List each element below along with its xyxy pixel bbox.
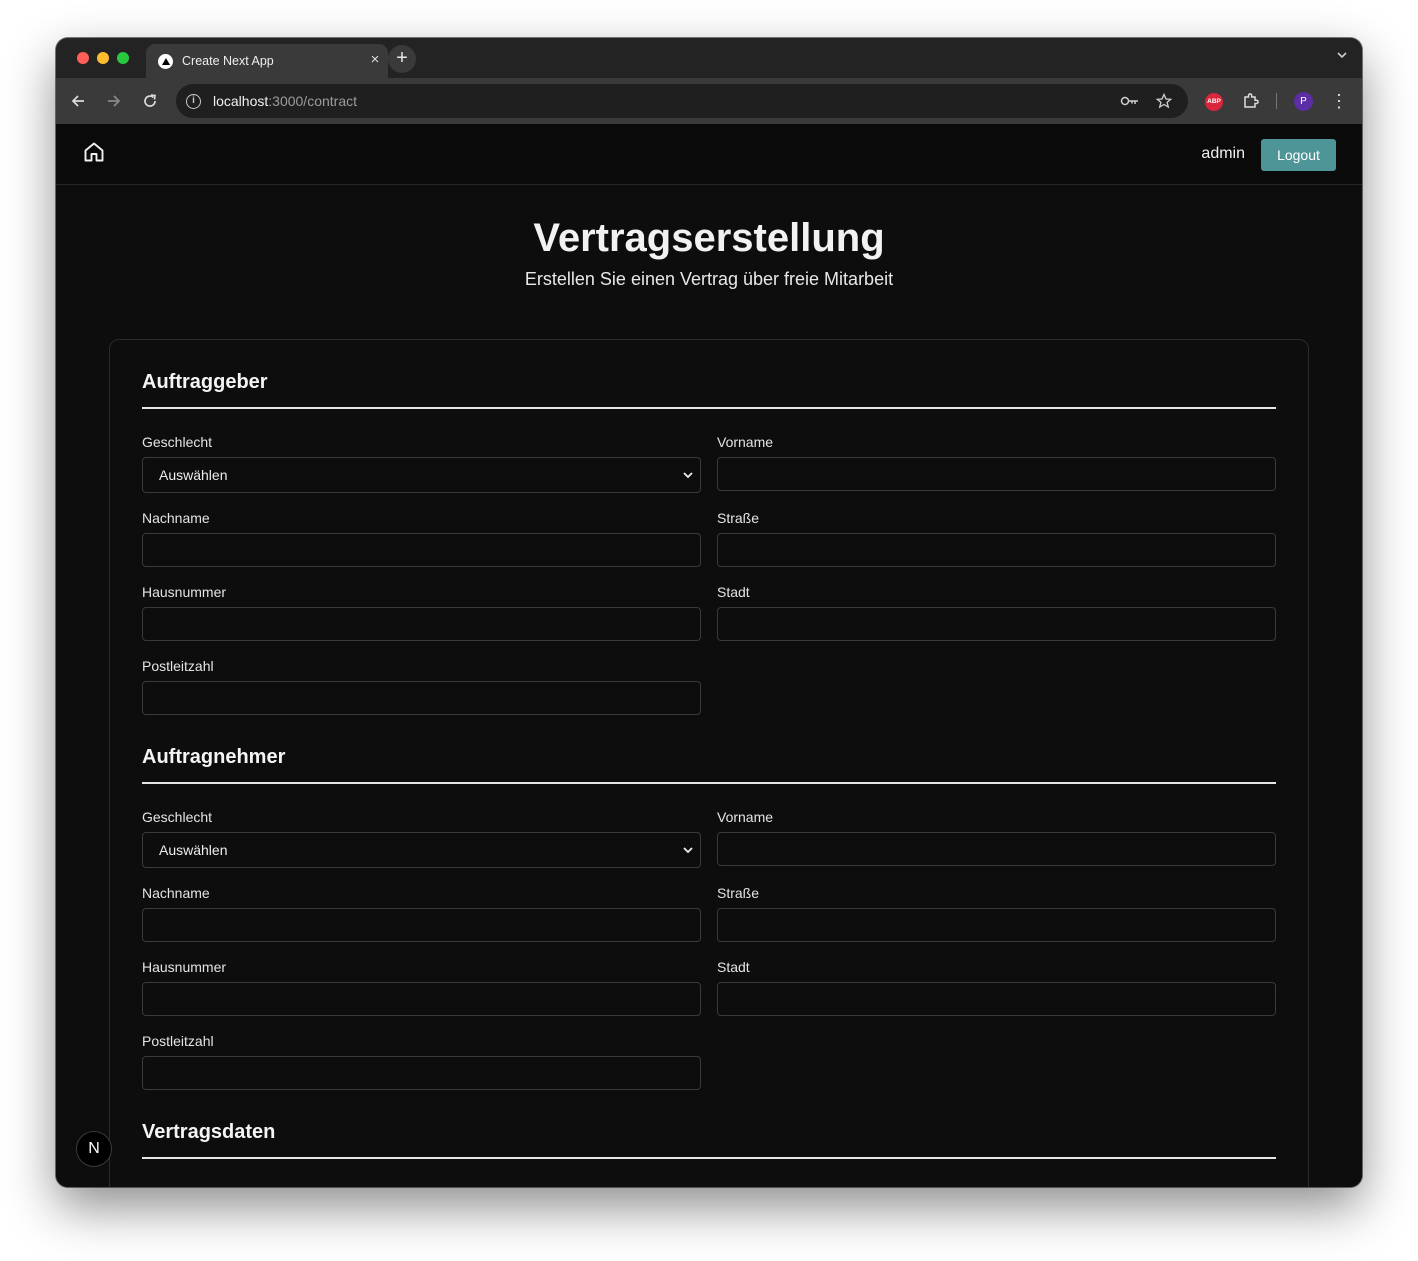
home-icon[interactable]: [82, 140, 106, 164]
password-key-icon[interactable]: [1120, 91, 1140, 111]
new-tab-button[interactable]: +: [388, 45, 416, 73]
close-window-button[interactable]: [77, 52, 89, 64]
site-info-icon[interactable]: i: [186, 94, 201, 109]
app-navbar: admin Logout: [56, 124, 1362, 185]
contractor-lastname-input[interactable]: [142, 908, 701, 942]
profile-avatar[interactable]: P: [1294, 92, 1313, 111]
maximize-window-button[interactable]: [117, 52, 129, 64]
client-housenumber-input[interactable]: [142, 607, 701, 641]
browser-tab[interactable]: Create Next App ×: [146, 44, 388, 78]
back-icon[interactable]: [66, 89, 90, 113]
page-subtitle: Erstellen Sie einen Vertrag über freie M…: [524, 269, 894, 289]
forward-icon[interactable]: [102, 89, 126, 113]
tab-title: Create Next App: [182, 54, 274, 68]
nextjs-favicon-icon: [158, 54, 173, 69]
browser-toolbar: i localhost:3000/contract: [56, 78, 1362, 124]
client-zip-label: Postleitzahl: [142, 658, 214, 674]
chevron-down-icon: [683, 847, 693, 854]
client-street-label: Straße: [717, 510, 760, 526]
nextjs-dev-indicator[interactable]: N: [76, 1131, 112, 1167]
client-section-title: Auftraggeber: [142, 371, 268, 393]
bookmark-star-icon[interactable]: [1154, 91, 1174, 111]
client-gender-label: Geschlecht: [142, 434, 213, 450]
contract-section-divider: [142, 1157, 1276, 1159]
url-text: localhost:3000/contract: [213, 93, 357, 109]
contractor-city-label: Stadt: [717, 959, 750, 975]
contractor-section-title: Auftragnehmer: [142, 746, 286, 768]
tab-search-icon[interactable]: [1334, 49, 1350, 65]
client-firstname-input[interactable]: [717, 457, 1276, 491]
tab-close-icon[interactable]: ×: [366, 51, 384, 69]
current-user-name: admin: [1201, 145, 1245, 162]
contractor-section-divider: [142, 782, 1276, 784]
minimize-window-button[interactable]: [97, 52, 109, 64]
contractor-city-input[interactable]: [717, 982, 1276, 1016]
contractor-lastname-label: Nachname: [142, 885, 210, 901]
client-street-input[interactable]: [717, 533, 1276, 567]
contractor-firstname-label: Vorname: [717, 809, 774, 825]
contract-section-title: Vertragsdaten: [142, 1121, 276, 1143]
browser-menu-icon[interactable]: ⋮: [1329, 89, 1349, 113]
contractor-gender-label: Geschlecht: [142, 809, 213, 825]
client-section-divider: [142, 407, 1276, 409]
logout-button[interactable]: Logout: [1261, 139, 1336, 171]
client-lastname-input[interactable]: [142, 533, 701, 567]
client-lastname-label: Nachname: [142, 510, 210, 526]
client-zip-input[interactable]: [142, 681, 701, 715]
contractor-gender-selected: Auswählen: [159, 842, 228, 858]
contractor-zip-input[interactable]: [142, 1056, 701, 1090]
contractor-gender-select[interactable]: Auswählen: [142, 832, 701, 868]
address-bar[interactable]: i localhost:3000/contract: [176, 84, 1188, 118]
contractor-firstname-input[interactable]: [717, 832, 1276, 866]
client-city-input[interactable]: [717, 607, 1276, 641]
client-firstname-label: Vorname: [717, 434, 774, 450]
toolbar-separator: [1276, 93, 1277, 109]
client-gender-selected: Auswählen: [159, 467, 228, 483]
contractor-street-label: Straße: [717, 885, 760, 901]
contractor-street-input[interactable]: [717, 908, 1276, 942]
contract-form: Auftraggeber Geschlecht Auswählen Vornam…: [109, 339, 1309, 1187]
client-city-label: Stadt: [717, 584, 750, 600]
tab-strip: Create Next App × +: [56, 38, 1362, 78]
client-housenumber-label: Hausnummer: [142, 584, 227, 600]
page-content: admin Logout Vertragserstellung Erstelle…: [56, 124, 1362, 1187]
contractor-housenumber-label: Hausnummer: [142, 959, 227, 975]
chevron-down-icon: [683, 472, 693, 479]
client-gender-select[interactable]: Auswählen: [142, 457, 701, 493]
extensions-puzzle-icon[interactable]: [1239, 89, 1263, 113]
reload-icon[interactable]: [138, 89, 162, 113]
adblock-extension-icon[interactable]: ABP: [1205, 93, 1223, 111]
browser-window: Create Next App × + i localhost:3000/con…: [56, 38, 1362, 1187]
contractor-housenumber-input[interactable]: [142, 982, 701, 1016]
contractor-zip-label: Postleitzahl: [142, 1033, 214, 1049]
page-title: Vertragserstellung: [533, 216, 885, 260]
